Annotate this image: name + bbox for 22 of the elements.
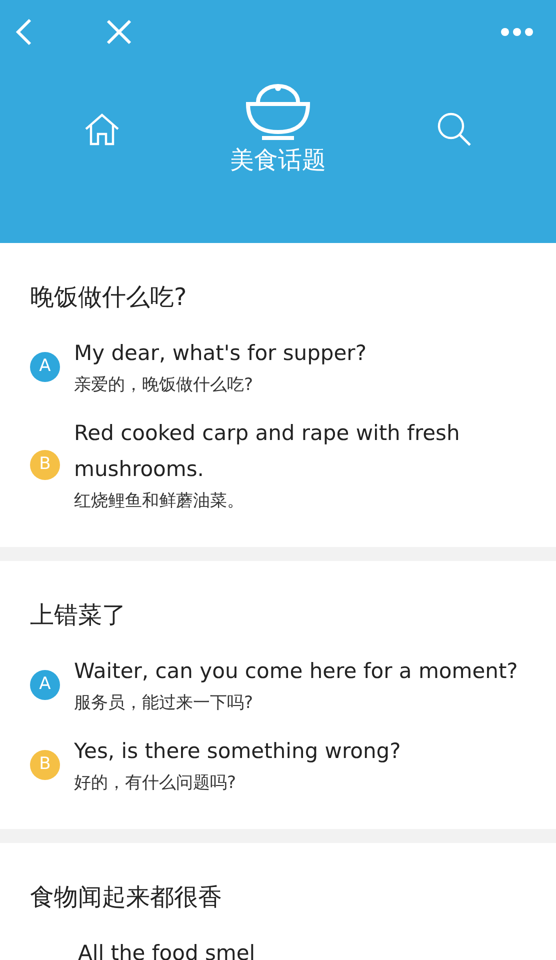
section-title: 食物闻起来都很香 bbox=[30, 882, 223, 913]
english-sentence: All the food smel bbox=[78, 940, 256, 960]
section-title: 晚饭做什么吃? bbox=[30, 282, 188, 313]
search-icon[interactable] bbox=[436, 111, 472, 147]
speaker-badge: B bbox=[30, 450, 60, 480]
close-icon[interactable] bbox=[106, 19, 132, 45]
chinese-translation: 服务员，能过来一下吗? bbox=[74, 692, 254, 715]
chinese-translation: 好的，有什么问题吗? bbox=[74, 772, 238, 795]
speaker-badge: A bbox=[30, 670, 60, 700]
english-sentence: Waiter, can you come here for a moment? bbox=[74, 658, 518, 685]
more-icon[interactable] bbox=[500, 27, 534, 37]
english-sentence: Yes, is there something wrong? bbox=[74, 738, 401, 765]
home-icon[interactable] bbox=[84, 112, 120, 146]
speaker-badge: B bbox=[30, 750, 60, 780]
back-icon[interactable] bbox=[14, 17, 34, 47]
speaker-badge: A bbox=[30, 352, 60, 382]
page-title: 美食话题 bbox=[230, 145, 326, 176]
chinese-translation: 亲爱的，晚饭做什么吃? bbox=[74, 374, 254, 397]
section-title: 上错菜了 bbox=[30, 600, 127, 631]
chinese-translation: 红烧鲤鱼和鲜蘑油菜。 bbox=[74, 490, 245, 513]
english-sentence: Red cooked carp and rape with fresh mushrooms. bbox=[74, 420, 461, 483]
english-sentence: My dear, what's for supper? bbox=[74, 340, 366, 367]
